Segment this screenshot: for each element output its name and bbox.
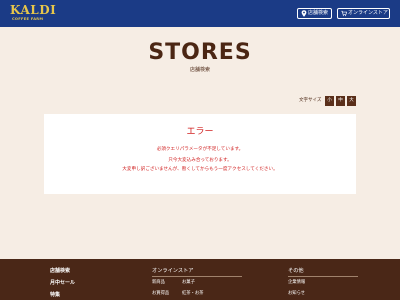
top-header-bar: KALDI COFFEE FARM 店舗検索 オンラインストア — [0, 0, 400, 27]
cart-icon — [341, 10, 347, 17]
footer-link-sweets[interactable]: お菓子 — [182, 280, 195, 285]
kaldi-logo[interactable]: KALDI COFFEE FARM — [10, 4, 56, 23]
logo-subtext: COFFEE FARM — [12, 17, 44, 21]
site-footer: 店舗検索 月中セール 特集 オンラインストア 新商品 お菓子 お買得品 紅茶・お… — [0, 259, 400, 300]
error-message-line: 大変申し訳ございませんが、暫くしてからもう一度アクセスしてください。 — [122, 167, 278, 172]
online-store-button[interactable]: オンラインストア — [337, 8, 390, 19]
footer-online-store-heading[interactable]: オンラインストア — [152, 268, 242, 277]
error-message-line: 必須クエリパラメータが不足しています。 — [156, 147, 244, 152]
error-message-line: 只今大変込み合っております。 — [168, 158, 232, 163]
store-search-label: 店舗検索 — [308, 10, 329, 16]
footer-link-monthly-sale[interactable]: 月中セール — [50, 280, 75, 286]
page-title: STORES — [148, 40, 252, 65]
footer-online-store-links: 新商品 お菓子 お買得品 紅茶・お茶 — [152, 280, 272, 300]
font-size-label: 文字サイズ — [299, 98, 322, 103]
map-pin-icon — [301, 10, 307, 17]
footer-link-store-search[interactable]: 店舗検索 — [50, 268, 75, 274]
error-title: エラー — [186, 127, 214, 137]
footer-online-store-column: オンラインストア 新商品 お菓子 お買得品 紅茶・お茶 — [152, 268, 272, 300]
font-size-large-button[interactable]: 大 — [347, 96, 356, 106]
footer-link-news[interactable]: お知らせ — [288, 291, 358, 296]
footer-link-tea[interactable]: 紅茶・お茶 — [182, 291, 203, 296]
footer-other-heading: その他 — [288, 268, 358, 277]
footer-main-links: 店舗検索 月中セール 特集 — [50, 268, 75, 300]
font-size-medium-button[interactable]: 中 — [336, 96, 345, 106]
footer-other-column: その他 企業情報 お知らせ — [288, 268, 358, 300]
store-search-button[interactable]: 店舗検索 — [297, 8, 332, 19]
error-box: エラー 必須クエリパラメータが不足しています。 只今大変込み合っております。 大… — [44, 114, 356, 194]
footer-link-new-products[interactable]: 新商品 — [152, 280, 165, 285]
footer-link-company-info[interactable]: 企業情報 — [288, 280, 358, 285]
page-subtitle: 店舗検索 — [189, 67, 210, 73]
footer-link-bargains[interactable]: お買得品 — [152, 291, 169, 296]
font-size-small-button[interactable]: 小 — [325, 96, 334, 106]
footer-link-features[interactable]: 特集 — [50, 292, 75, 298]
online-store-label: オンラインストア — [348, 10, 388, 16]
logo-text: KALDI — [10, 3, 57, 17]
